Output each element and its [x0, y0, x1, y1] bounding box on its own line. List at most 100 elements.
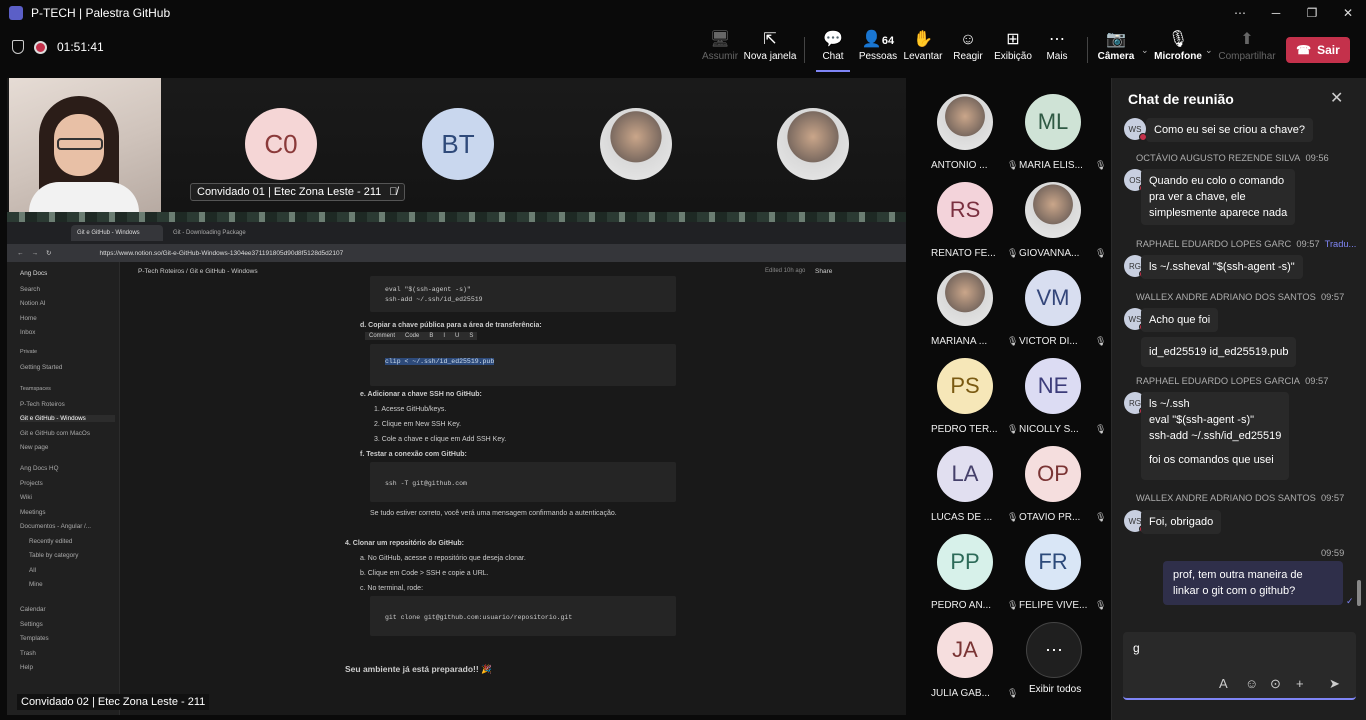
- gallery-tile[interactable]: RS RENATO FE... 🎙: [927, 182, 1018, 270]
- mic-options-chevron-icon[interactable]: ⌄: [1205, 45, 1213, 56]
- seen-check-icon: ✓: [1346, 596, 1354, 606]
- participant-avatar: FR: [1025, 534, 1081, 590]
- share-button[interactable]: ⬆ Compartilhar: [1218, 29, 1275, 71]
- take-control-icon: 🖥: [709, 31, 731, 48]
- share-icon: ⬆: [1240, 31, 1254, 48]
- gallery-tile[interactable]: GIOVANNA... 🎙: [1015, 182, 1106, 270]
- close-window-button[interactable]: ✕: [1330, 0, 1366, 25]
- chat-button[interactable]: 💬 Chat: [809, 29, 857, 71]
- close-icon[interactable]: ✕: [1330, 88, 1343, 108]
- browser-url: https://www.notion.so/Git-e-GitHub-Windo…: [99, 249, 344, 257]
- gallery-tile[interactable]: JA JULIA GAB... 🎙: [927, 622, 1018, 710]
- participant-avatar: [937, 94, 993, 150]
- teams-logo-icon: [9, 5, 23, 20]
- browser-tab: Git e GitHub - Windows: [71, 225, 163, 241]
- message-meta: WALLEX ANDRE ADRIANO DOS SANTOS 09:57: [1136, 292, 1345, 302]
- meeting-toolbar: 01:51:41 🖥 Assumir ⇱ Nova janela 💬 Chat 👤64…: [0, 25, 1366, 75]
- react-button[interactable]: ☺ Reagir: [944, 29, 992, 71]
- participant-name-tag: Convidado 02 | Etec Zona Leste - 211: [17, 694, 210, 710]
- mic-muted-icon: 🎙: [1095, 600, 1107, 610]
- loop-icon[interactable]: ⊙: [1270, 676, 1281, 692]
- notion-sidebar: Ang Docs Search Notion AI Home Inbox Pri…: [7, 262, 120, 715]
- gallery-tile[interactable]: VM VICTOR DI... 🎙: [1015, 270, 1106, 358]
- notion-page: P-Tech Roteiros / Git e GitHub - Windows…: [120, 262, 906, 715]
- gallery-tile[interactable]: ML MARIA ELIS... 🎙: [1015, 94, 1107, 182]
- people-button[interactable]: 👤64 Pessoas: [854, 29, 902, 71]
- add-icon[interactable]: +: [1296, 676, 1304, 691]
- more-button[interactable]: ⋯ Mais: [1033, 29, 1081, 71]
- gallery-tile[interactable]: PP PEDRO AN... 🎙: [927, 534, 1018, 622]
- more-icon: ⋯: [1049, 31, 1065, 48]
- show-all-button[interactable]: ⋯: [1026, 622, 1082, 678]
- gallery-tile[interactable]: PS PEDRO TER... 🎙: [927, 358, 1018, 446]
- gallery-tile[interactable]: ANTONIO ... 🎙: [927, 94, 1018, 182]
- gallery-tile[interactable]: MARIANA ... 🎙: [927, 270, 1018, 358]
- microphone-button[interactable]: 🎙 Microfone: [1154, 29, 1202, 71]
- phone-hangup-icon: ☎: [1296, 43, 1312, 57]
- pop-out-icon: ⇱: [763, 31, 777, 48]
- maximize-button[interactable]: ❐: [1294, 0, 1330, 25]
- translate-link[interactable]: Tradu...: [1325, 239, 1357, 249]
- mic-muted-icon: 🎙̸: [389, 186, 398, 198]
- chat-message: id_ed25519 id_ed25519.pub: [1141, 337, 1297, 367]
- chat-message: Quando eu colo o comando pra ver a chave,…: [1141, 169, 1296, 225]
- participant-avatar: LA: [937, 446, 993, 502]
- meeting-timer: 01:51:41: [57, 40, 104, 54]
- mic-muted-icon: 🎙: [1095, 424, 1107, 434]
- view-icon: ⊞: [1006, 31, 1020, 48]
- raise-hand-button[interactable]: ✋ Levantar: [899, 29, 947, 71]
- browser-tab: Git - Downloading Package: [173, 230, 246, 236]
- gallery-tile[interactable]: OP OTAVIO PR... 🎙: [1015, 446, 1107, 534]
- browser-tab-bar: Git e GitHub - Windows Git - Downloading…: [7, 222, 906, 244]
- people-count: 64: [881, 35, 895, 47]
- shield-icon: [12, 40, 24, 54]
- participant-avatar: PS: [937, 358, 993, 414]
- participant-avatar: PP: [937, 534, 993, 590]
- participant-name-tag: Convidado 01 | Etec Zona Leste - 211 🎙̸: [190, 183, 405, 201]
- meeting-stage: C0 BT Convidado 01 | Etec Zona Leste - 2…: [7, 78, 906, 715]
- take-control-button[interactable]: 🖥 Assumir: [696, 29, 744, 71]
- participant-photo-avatar: [600, 108, 672, 180]
- chat-icon: 💬: [823, 31, 843, 48]
- participant-avatar: OP: [1025, 446, 1081, 502]
- participant-strip: C0 BT Convidado 01 | Etec Zona Leste - 2…: [7, 78, 906, 212]
- back-icon: ←: [17, 249, 24, 257]
- more-options-icon[interactable]: ⋯: [1222, 0, 1258, 25]
- camera-off-icon: 📷: [1106, 31, 1126, 48]
- title-bar: P-TECH | Palestra GitHub ⋯ ─ ❐ ✕: [0, 0, 1366, 25]
- send-icon[interactable]: ➤: [1329, 676, 1340, 692]
- camera-button[interactable]: 📷 Câmera: [1092, 29, 1140, 71]
- message-meta: WALLEX ANDRE ADRIANO DOS SANTOS 09:57: [1136, 493, 1345, 503]
- participant-avatar: [937, 270, 993, 326]
- emoji-icon[interactable]: ☺: [1245, 676, 1258, 691]
- view-button[interactable]: ⊞ Exibição: [989, 29, 1037, 71]
- presenter-video: [9, 78, 161, 212]
- chat-message-input[interactable]: [1133, 638, 1333, 658]
- chat-message: Foi, obrigado: [1141, 510, 1222, 534]
- reload-icon: ↻: [46, 250, 52, 257]
- gallery-tile[interactable]: NE NICOLLY S... 🎙: [1015, 358, 1107, 446]
- chat-scrollbar[interactable]: [1357, 580, 1361, 606]
- format-icon[interactable]: A: [1219, 676, 1228, 691]
- pop-out-button[interactable]: ⇱ Nova janela: [744, 29, 797, 71]
- avatar: WS: [1124, 118, 1147, 141]
- participant-gallery: ANTONIO ... 🎙 ML MARIA ELIS... 🎙 RS RENATO F…: [912, 78, 1110, 715]
- mic-muted-icon: 🎙: [1095, 512, 1107, 522]
- message-meta: OCTÁVIO AUGUSTO REZENDE SILVA 09:56: [1136, 153, 1329, 163]
- chat-compose-box[interactable]: A ☺ ⊙ + ➤: [1123, 632, 1356, 700]
- raise-hand-icon: ✋: [913, 31, 933, 48]
- gallery-tile[interactable]: LA LUCAS DE ... 🎙: [927, 446, 1018, 534]
- participant-avatar-c0: C0: [245, 108, 317, 180]
- camera-options-chevron-icon[interactable]: ⌄: [1141, 45, 1149, 56]
- mic-muted-icon: 🎙: [1095, 160, 1107, 170]
- chat-active-indicator: [816, 70, 850, 72]
- react-icon: ☺: [959, 31, 977, 48]
- participant-avatar: JA: [937, 622, 993, 678]
- participant-avatar-bt: BT: [422, 108, 494, 180]
- meeting-chat-panel: Chat de reunião ✕ WS Como eu sei se crio…: [1111, 78, 1366, 720]
- leave-button[interactable]: ☎ Sair: [1286, 37, 1350, 63]
- show-all-label: Exibir todos: [1029, 684, 1082, 695]
- minimize-button[interactable]: ─: [1258, 0, 1294, 25]
- gallery-tile[interactable]: FR FELIPE VIVE... 🎙: [1015, 534, 1107, 622]
- chat-message: ls ~/.ssh eval "$(ssh-agent -s)" ssh-add ~…: [1141, 392, 1290, 480]
